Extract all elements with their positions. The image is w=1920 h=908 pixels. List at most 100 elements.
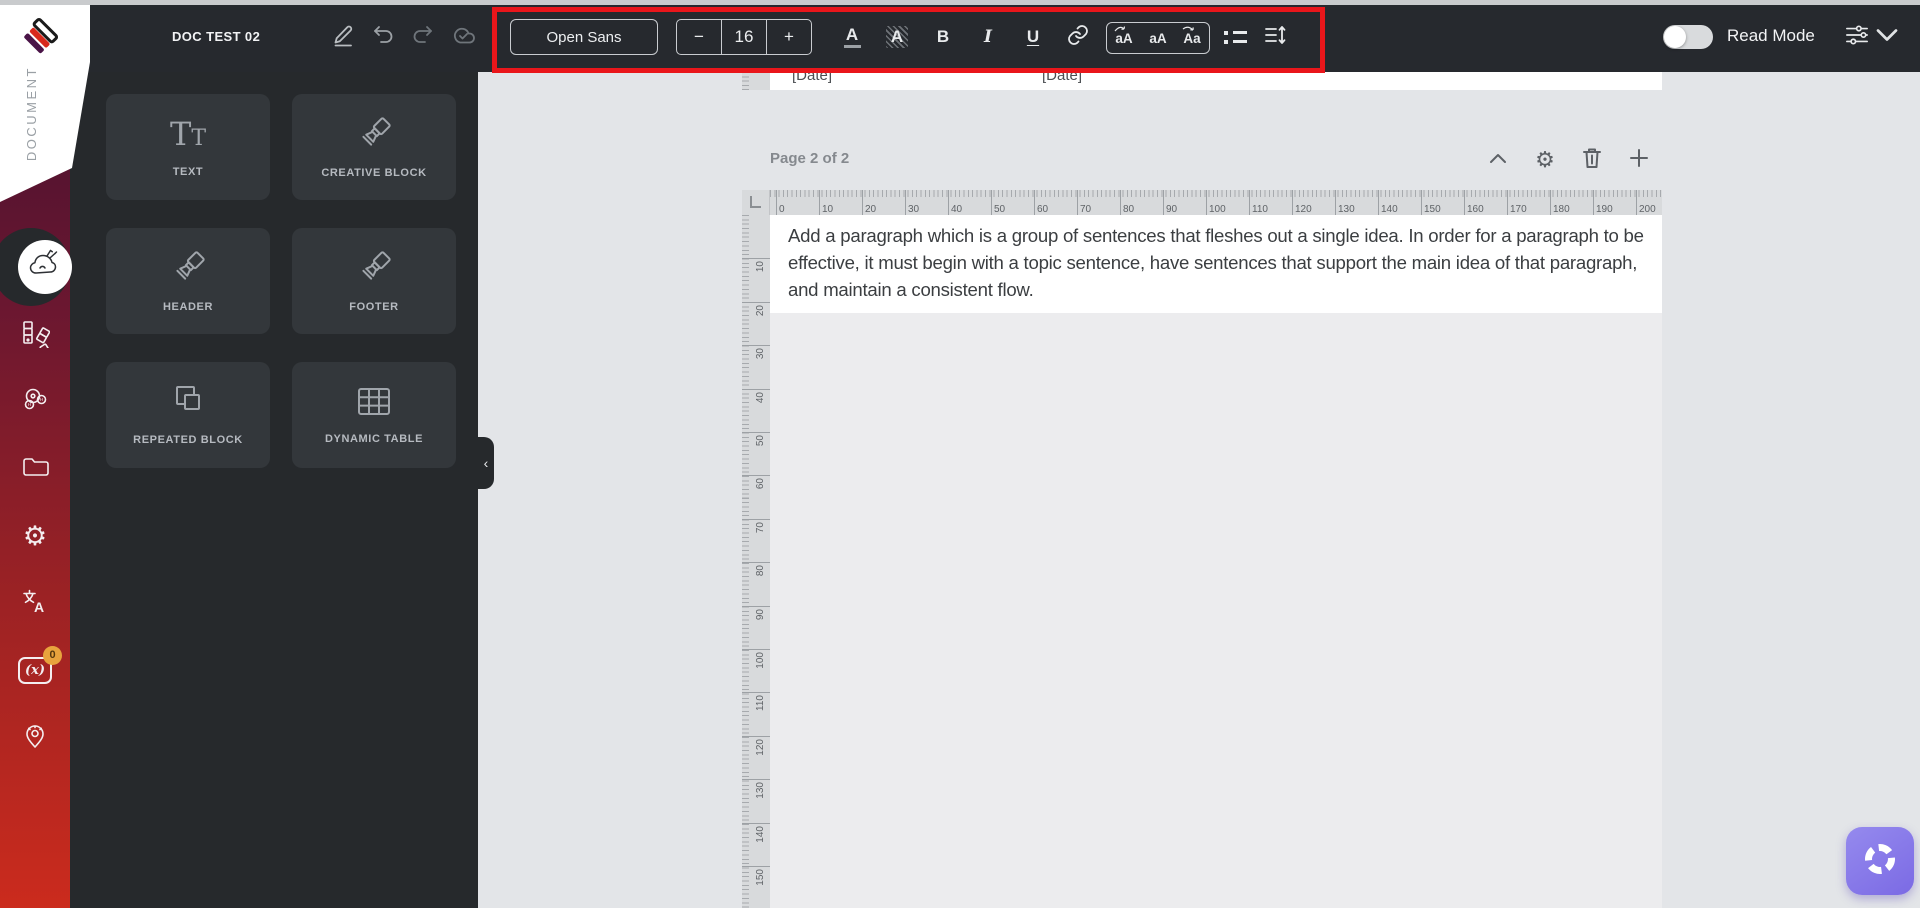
ruler-tick: 20	[742, 301, 770, 316]
sidebar-item-palette[interactable]	[18, 318, 52, 355]
bullet-list-button[interactable]	[1217, 19, 1253, 55]
gear-icon: ⚙	[22, 520, 48, 551]
bullet-list-icon	[1223, 30, 1247, 44]
redo-icon	[411, 23, 435, 52]
horizontal-ruler: 0 10 20 30 40 50 60 70 80 90 100 110 120 130 140 150 160…	[742, 190, 1662, 215]
ruler-tick: 80	[1120, 190, 1134, 215]
italic-button[interactable]: I	[970, 19, 1006, 55]
read-mode-label: Read Mode	[1727, 26, 1815, 45]
ruler-tick: 50	[742, 432, 770, 446]
paragraph-text: Add a paragraph which is a group of sent…	[788, 225, 1644, 300]
highlight-button[interactable]: A	[879, 19, 915, 55]
collapse-page-button[interactable]	[1486, 148, 1510, 172]
ruler-tick: 90	[1163, 190, 1177, 215]
ruler-tick: 60	[1034, 190, 1048, 215]
block-card-label: CREATIVE BLOCK	[321, 167, 427, 179]
font-size-increase-button[interactable]: +	[766, 20, 811, 54]
document-title: DOC TEST 02	[172, 28, 261, 44]
sidebar-item-translate[interactable]: A	[18, 586, 52, 620]
page-actions: ⚙	[1486, 148, 1651, 172]
undo-icon	[371, 23, 395, 52]
svg-text:H: H	[40, 397, 43, 402]
design-brush-icon	[27, 247, 63, 288]
previous-page-bottom[interactable]: [Date] [Date]	[770, 72, 1662, 90]
date-field[interactable]: [Date]	[792, 72, 832, 84]
top-toolbar: DOC TEST 02 Open Sans − 16 + A A B I U a…	[70, 0, 1920, 72]
collapse-toolbar-button[interactable]	[1870, 20, 1904, 54]
font-size-value: 16	[734, 27, 754, 46]
palette-icon	[20, 318, 51, 355]
view-options-button[interactable]	[1840, 20, 1874, 54]
underline-button[interactable]: U	[1015, 19, 1051, 55]
ruler-tick: 110	[742, 692, 770, 711]
delete-page-button[interactable]	[1580, 148, 1604, 172]
uppercase-button[interactable]: aA	[1114, 25, 1133, 46]
lowercase-button[interactable]: Aa	[1182, 26, 1201, 46]
font-family-select[interactable]: Open Sans	[510, 19, 658, 55]
block-card-header[interactable]: HEADER	[106, 228, 270, 334]
block-card-label: FOOTER	[349, 301, 399, 313]
blocks-panel: TT TEXT CREATIVE BLOCK HEADER FOOTER REP…	[70, 72, 478, 908]
ruler-tick: 120	[1292, 190, 1312, 215]
sidebar-item-folder[interactable]	[18, 452, 52, 486]
toggle-knob	[1664, 26, 1686, 48]
variables-icon-label: (x)	[24, 662, 46, 678]
block-card-dynamic-table[interactable]: DYNAMIC TABLE	[292, 362, 456, 468]
ruler-tick: 110	[1249, 190, 1268, 215]
link-button[interactable]	[1061, 20, 1095, 54]
read-mode-toggle[interactable]	[1663, 25, 1713, 49]
page-indicator: Page 2 of 2	[770, 150, 850, 167]
block-card-text[interactable]: TT TEXT	[106, 94, 270, 200]
line-spacing-button[interactable]	[1258, 20, 1292, 54]
save-status-button[interactable]	[446, 20, 480, 54]
ruler-tick: 50	[991, 190, 1005, 215]
sidebar-item-ideas[interactable]	[18, 720, 52, 754]
block-card-repeated-block[interactable]: REPEATED BLOCK	[106, 362, 270, 468]
sliders-icon	[1845, 23, 1869, 52]
ruler-tick: 130	[1335, 190, 1355, 215]
app-logo	[18, 16, 60, 58]
plus-icon	[1629, 148, 1649, 173]
capitalize-button[interactable]: aA	[1148, 31, 1167, 46]
help-fab-button[interactable]	[1846, 827, 1914, 895]
sidebar-item-settings[interactable]: ⚙	[18, 519, 52, 553]
link-icon	[1066, 23, 1090, 52]
ruler-tick: 190	[1593, 190, 1613, 215]
font-color-icon: A	[843, 26, 861, 48]
undo-button[interactable]	[366, 20, 400, 54]
ruler-tick: 80	[742, 562, 770, 576]
panel-collapse-handle[interactable]: ‹	[478, 437, 494, 489]
horizontal-ruler-scale: 0 10 20 30 40 50 60 70 80 90 100 110 120 130 140 150 160…	[770, 190, 1662, 215]
bold-button[interactable]: B	[925, 19, 961, 55]
margin-corner-icon	[750, 196, 761, 208]
copy-icon	[168, 384, 208, 425]
chevron-up-icon	[1489, 151, 1507, 169]
page-settings-button[interactable]: ⚙	[1533, 148, 1557, 172]
block-card-creative-block[interactable]: CREATIVE BLOCK	[292, 94, 456, 200]
variables-icon: (x) 0	[18, 645, 62, 684]
ruler-tick: 70	[1077, 190, 1091, 215]
ruler-tick: 170	[1507, 190, 1527, 215]
chevron-left-icon: ‹	[483, 455, 489, 471]
ruler-tick: 140	[742, 822, 770, 842]
ruler-corner-box	[742, 190, 770, 215]
table-icon	[354, 385, 394, 424]
paragraph-text-block[interactable]: Add a paragraph which is a group of sent…	[770, 215, 1662, 313]
window-edge-strip	[0, 0, 1920, 5]
date-field[interactable]: [Date]	[1042, 72, 1082, 84]
redo-button[interactable]	[406, 20, 440, 54]
font-size-decrease-button[interactable]: −	[677, 20, 722, 54]
sidebar-item-design-active[interactable]	[18, 240, 72, 294]
ruler-tick: 10	[819, 190, 833, 215]
font-color-button[interactable]: A	[834, 19, 870, 55]
edit-button[interactable]	[326, 20, 360, 54]
sidebar-item-variables[interactable]: (x) 0	[18, 645, 62, 687]
ruler-tick: 40	[742, 388, 770, 403]
sidebar-nav: H H ⚙ A (x) 0	[0, 318, 70, 754]
block-card-footer[interactable]: FOOTER	[292, 228, 456, 334]
block-card-label: HEADER	[162, 301, 214, 313]
gear-icon: ⚙	[1535, 147, 1555, 172]
blocks-grid: TT TEXT CREATIVE BLOCK HEADER FOOTER REP…	[70, 72, 478, 468]
sidebar-item-molecule[interactable]: H H	[18, 385, 52, 419]
add-page-button[interactable]	[1627, 148, 1651, 172]
